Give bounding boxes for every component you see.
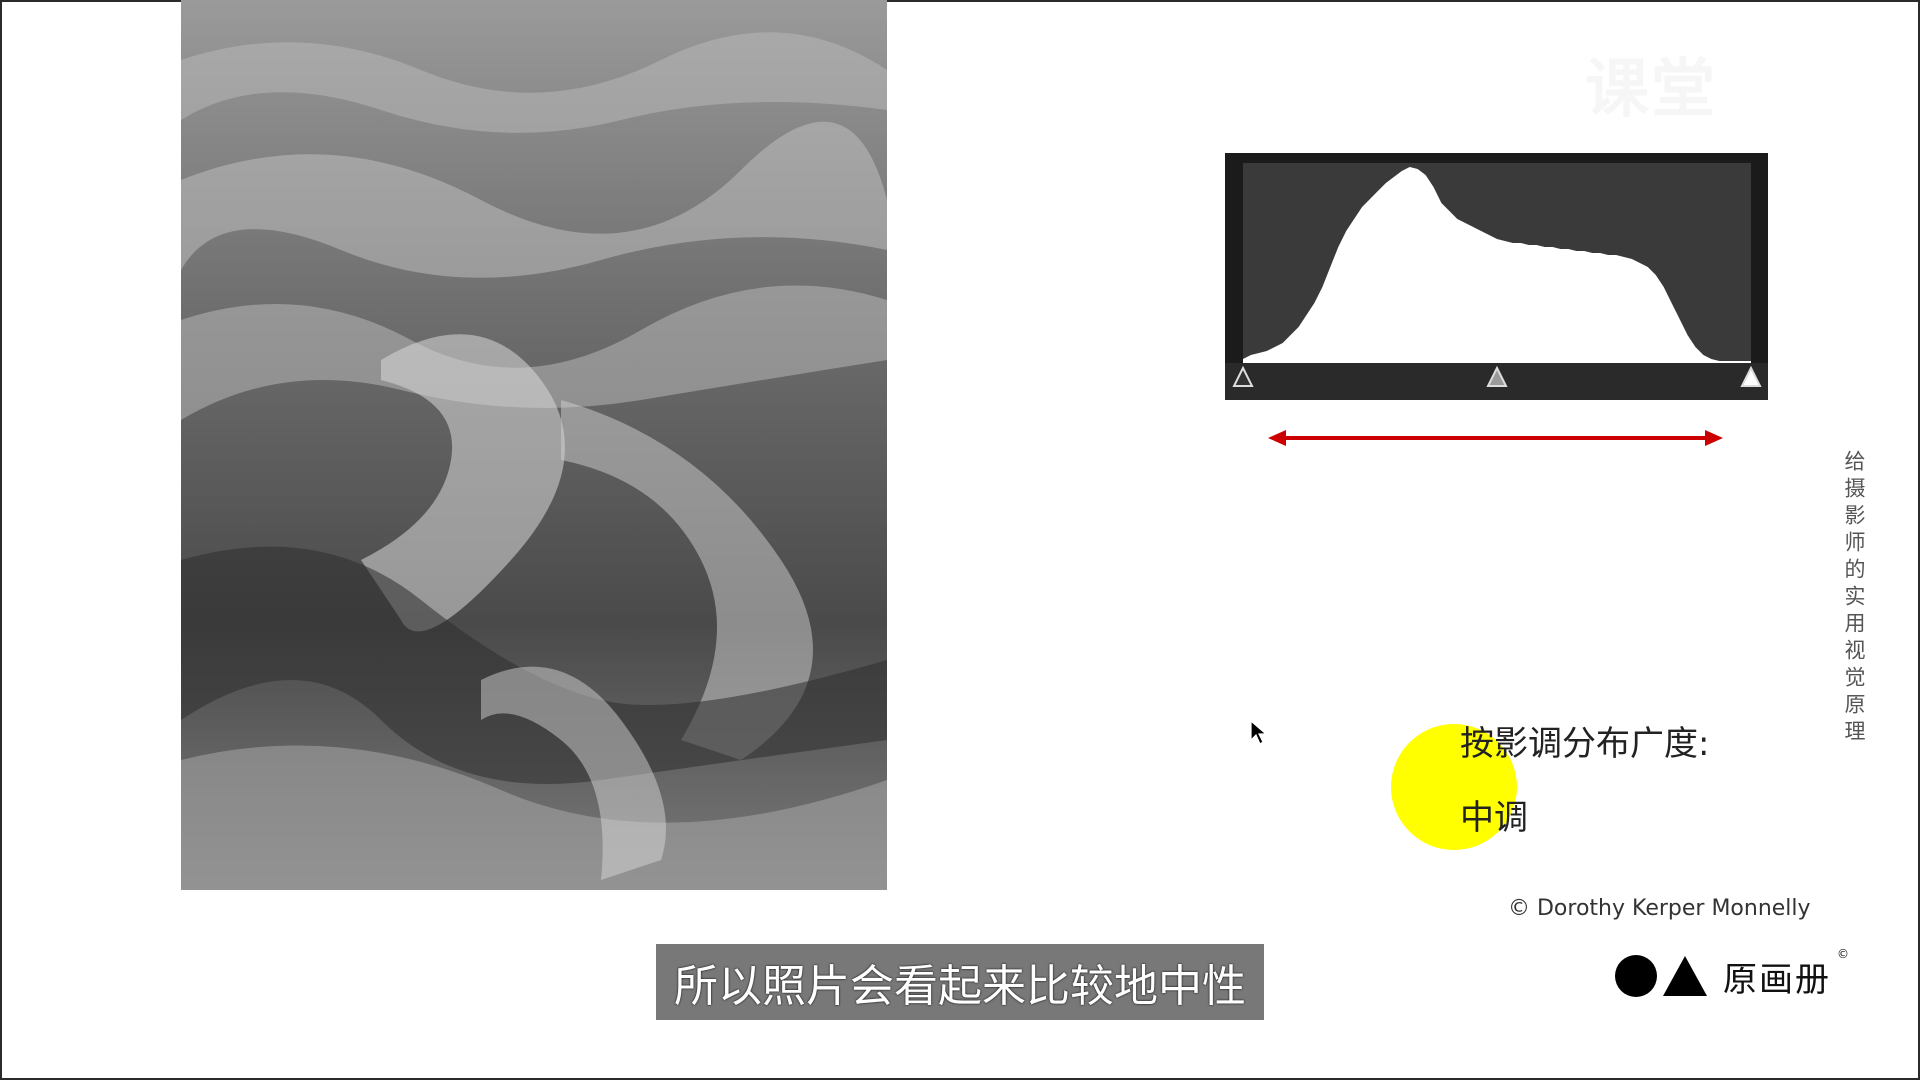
arrow-left-head <box>1268 430 1286 446</box>
histogram-chart <box>1225 163 1768 400</box>
video-subtitle: 所以照片会看起来比较地中性 <box>656 944 1264 1020</box>
logo-copyright: © <box>1837 947 1849 961</box>
brand-logo: 原画册 © <box>1615 947 1849 1001</box>
tone-distribution-title: 按影调分布广度: <box>1460 724 1710 764</box>
subtitle-text: 所以照片会看起来比较地中性 <box>674 961 1246 1012</box>
mouse-cursor-icon <box>1250 720 1268 745</box>
tonal-range-arrow <box>1268 428 1723 448</box>
logo-circle-icon <box>1615 955 1657 997</box>
logo-triangle-icon <box>1663 956 1707 996</box>
grass-photo <box>181 0 887 890</box>
logo-text: 原画册 <box>1723 959 1831 1000</box>
histogram-panel <box>1225 153 1768 400</box>
watermark-logo: 课堂 <box>1585 38 1885 128</box>
arrow-right-head <box>1705 430 1723 446</box>
photo-credit: © Dorothy Kerper Monnelly <box>1508 896 1811 921</box>
tone-distribution-value: 中调 <box>1460 798 1528 838</box>
vertical-course-title: 给摄影师的实用视觉原理 <box>1842 450 1866 747</box>
